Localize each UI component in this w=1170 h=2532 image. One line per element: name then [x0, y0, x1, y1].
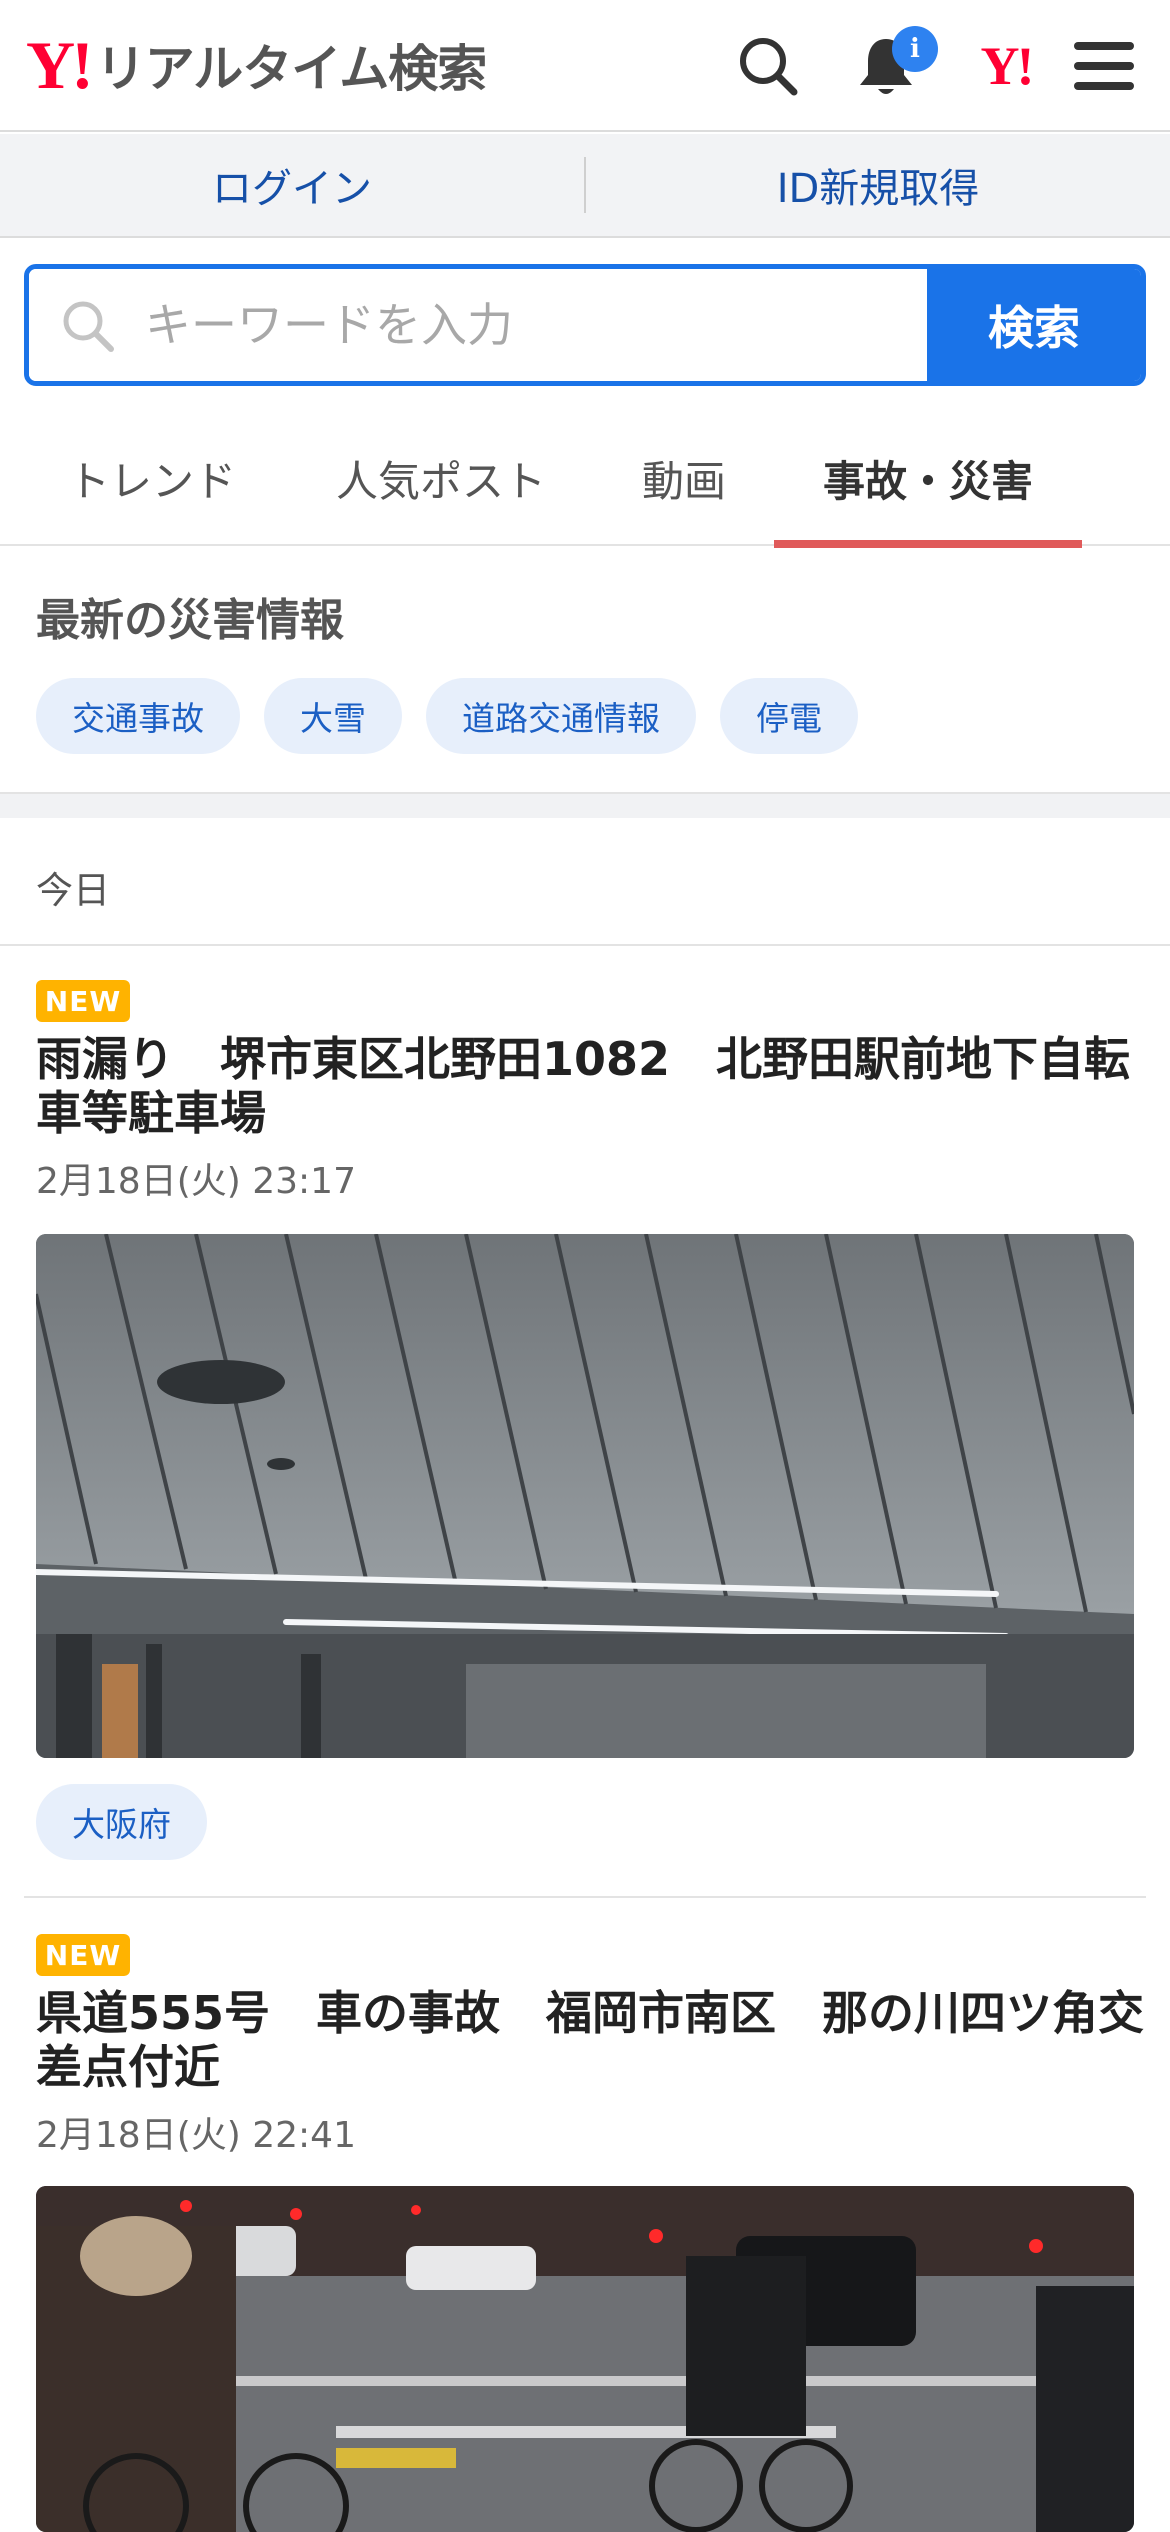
chip-traffic-accident[interactable]: 交通事故 [36, 678, 240, 754]
date-header-label: 今日 [36, 869, 110, 912]
notification-bell-icon[interactable]: i [846, 26, 938, 106]
chip-road-traffic[interactable]: 道路交通情報 [426, 678, 696, 754]
register-link[interactable]: ID新規取得 [586, 156, 1170, 214]
article-card[interactable]: NEW 県道555号 車の事故 福岡市南区 那の川四ツ角交差点付近 2月18日(… [0, 1898, 1170, 2532]
search-input[interactable] [145, 298, 845, 352]
yahoo-realtime-logo[interactable]: Y! リアルタイム検索 [26, 27, 487, 103]
notification-badge: i [892, 26, 938, 72]
article-title[interactable]: 県道555号 車の事故 福岡市南区 那の川四ツ角交差点付近 [36, 1986, 1146, 2094]
chip-power-outage[interactable]: 停電 [720, 678, 858, 754]
section-title: 最新の災害情報 [36, 595, 344, 646]
logo-text: リアルタイム検索 [95, 40, 487, 98]
search-box: 検索 [24, 264, 1146, 386]
search-button[interactable]: 検索 [927, 269, 1141, 381]
article-image[interactable] [36, 2186, 1134, 2532]
section-gap [0, 792, 1170, 818]
article-date: 2月18日(火) 22:41 [36, 2115, 356, 2156]
new-badge: NEW [36, 980, 130, 1022]
new-badge: NEW [36, 1934, 130, 1976]
tab-videos[interactable]: 動画 [616, 410, 752, 546]
disaster-chips: 交通事故 大雪 道路交通情報 停電 [36, 678, 858, 754]
tab-bar: トレンド 人気ポスト 動画 事故・災害 [0, 410, 1170, 548]
search-field-icon [63, 301, 114, 352]
yahoo-account-icon[interactable]: Y! [966, 26, 1046, 106]
disaster-info-section: 最新の災害情報 交通事故 大雪 道路交通情報 停電 [0, 548, 1170, 792]
hamburger-menu-icon[interactable] [1064, 26, 1144, 106]
article-image[interactable] [36, 1234, 1134, 1758]
search-field [29, 269, 927, 381]
yahoo-small-logo: Y! [980, 36, 1035, 96]
prefecture-chip[interactable]: 大阪府 [36, 1784, 207, 1860]
date-header: 今日 [0, 818, 1170, 946]
login-link[interactable]: ログイン [0, 156, 584, 214]
search-icon[interactable] [728, 26, 808, 106]
article-title[interactable]: 雨漏り 堺市東区北野田1082 北野田駅前地下自転車等駐車場 [36, 1032, 1146, 1140]
chip-heavy-snow[interactable]: 大雪 [264, 678, 402, 754]
article-card[interactable]: NEW 雨漏り 堺市東区北野田1082 北野田駅前地下自転車等駐車場 2月18日… [0, 948, 1170, 1898]
auth-bar: ログイン ID新規取得 [0, 134, 1170, 238]
tab-popular-posts[interactable]: 人気ポスト [316, 410, 566, 546]
app-header: Y! リアルタイム検索 i Y! [0, 0, 1170, 132]
tab-accidents-disasters[interactable]: 事故・災害 [774, 410, 1082, 548]
article-date: 2月18日(火) 23:17 [36, 1161, 356, 1202]
tab-trend[interactable]: トレンド [36, 410, 268, 546]
yahoo-logo-mark: Y! [26, 27, 94, 103]
